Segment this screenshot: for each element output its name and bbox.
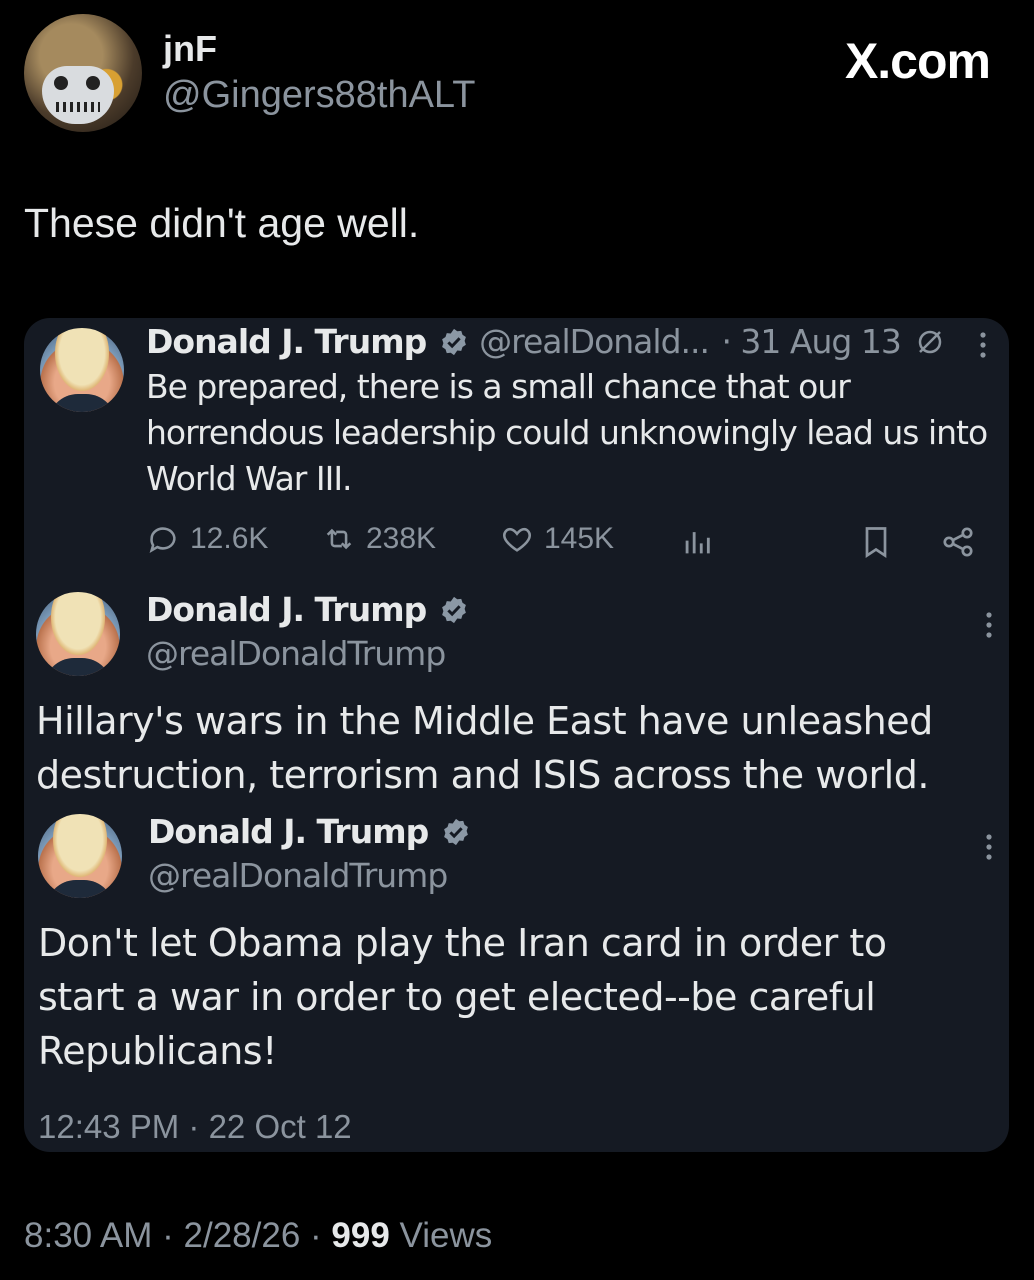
heart-icon <box>503 527 531 552</box>
quote1-handle[interactable]: @realDonald... <box>479 322 710 361</box>
repost-count: 238K <box>366 522 437 555</box>
repost-button[interactable]: 238K <box>322 522 436 556</box>
quote1-body-line: horrendous leadership could unknowingly … <box>146 413 988 452</box>
quote3-more-icon[interactable] <box>982 832 996 862</box>
reply-button[interactable]: 12.6K <box>146 522 268 556</box>
quote3-body: Don't let Obama play the Iran card in or… <box>38 916 887 1078</box>
quote3-avatar[interactable] <box>38 814 122 898</box>
bookmark-icon[interactable] <box>858 524 894 560</box>
reply-icon <box>149 527 176 553</box>
quote1-header: Donald J. Trump @realDonald... · 31 Aug … <box>146 322 945 361</box>
verified-badge-icon <box>441 596 466 624</box>
quote2-name[interactable]: Donald J. Trump <box>146 590 427 629</box>
quote1-avatar[interactable] <box>40 328 124 412</box>
verified-badge-icon <box>443 818 468 846</box>
post-meta: 8:30 AM · 2/28/26 · 999 Views <box>24 1216 492 1256</box>
edited-icon <box>919 330 942 354</box>
post-timestamp[interactable]: 8:30 AM · 2/28/26 · <box>24 1216 331 1255</box>
tweet-text: These didn't age well. <box>24 200 420 246</box>
quote3-name[interactable]: Donald J. Trump <box>148 812 429 851</box>
quote2-avatar[interactable] <box>36 592 120 676</box>
verified-badge-icon <box>441 328 466 356</box>
quote1-name[interactable]: Donald J. Trump <box>146 322 427 361</box>
display-name[interactable]: jnF <box>163 28 217 70</box>
like-button[interactable]: 145K <box>500 522 614 556</box>
reply-count: 12.6K <box>190 522 269 555</box>
user-avatar[interactable] <box>24 14 142 132</box>
quote3-handle[interactable]: @realDonaldTrump <box>148 856 448 895</box>
quote2-handle[interactable]: @realDonaldTrump <box>146 634 446 673</box>
quote2-header: Donald J. Trump <box>146 590 469 629</box>
quote3-timestamp[interactable]: 12:43 PM · 22 Oct 12 <box>38 1108 352 1146</box>
quote2-body: Hillary's wars in the Middle East have u… <box>36 694 933 802</box>
x-brand-logo: X.com <box>844 33 991 89</box>
quote1-body: Be prepared, there is a small chance tha… <box>146 364 988 502</box>
quote3-body-line: Republicans! <box>38 1029 277 1073</box>
views-label: Views <box>389 1216 493 1255</box>
views-count: 999 <box>331 1216 390 1255</box>
share-icon[interactable] <box>940 524 976 560</box>
user-handle[interactable]: @Gingers88thALT <box>163 74 475 117</box>
quote1-body-line: World War III. <box>146 459 353 498</box>
quote3-header: Donald J. Trump <box>148 812 471 851</box>
quote3-body-line: start a war in order to get elected--be … <box>38 975 876 1019</box>
like-count: 145K <box>544 522 615 555</box>
quote3-body-line: Don't let Obama play the Iran card in or… <box>38 921 887 965</box>
quote2-more-icon[interactable] <box>982 610 996 640</box>
quote1-body-line: Be prepared, there is a small chance tha… <box>146 367 851 406</box>
quote1-date[interactable]: · 31 Aug 13 <box>721 322 901 361</box>
repost-icon <box>326 528 352 550</box>
quote1-more-icon[interactable] <box>976 330 990 360</box>
views-stats-icon[interactable] <box>680 525 714 559</box>
quote2-body-line: destruction, terrorism and ISIS across t… <box>36 753 929 797</box>
quote2-body-line: Hillary's wars in the Middle East have u… <box>36 699 933 743</box>
